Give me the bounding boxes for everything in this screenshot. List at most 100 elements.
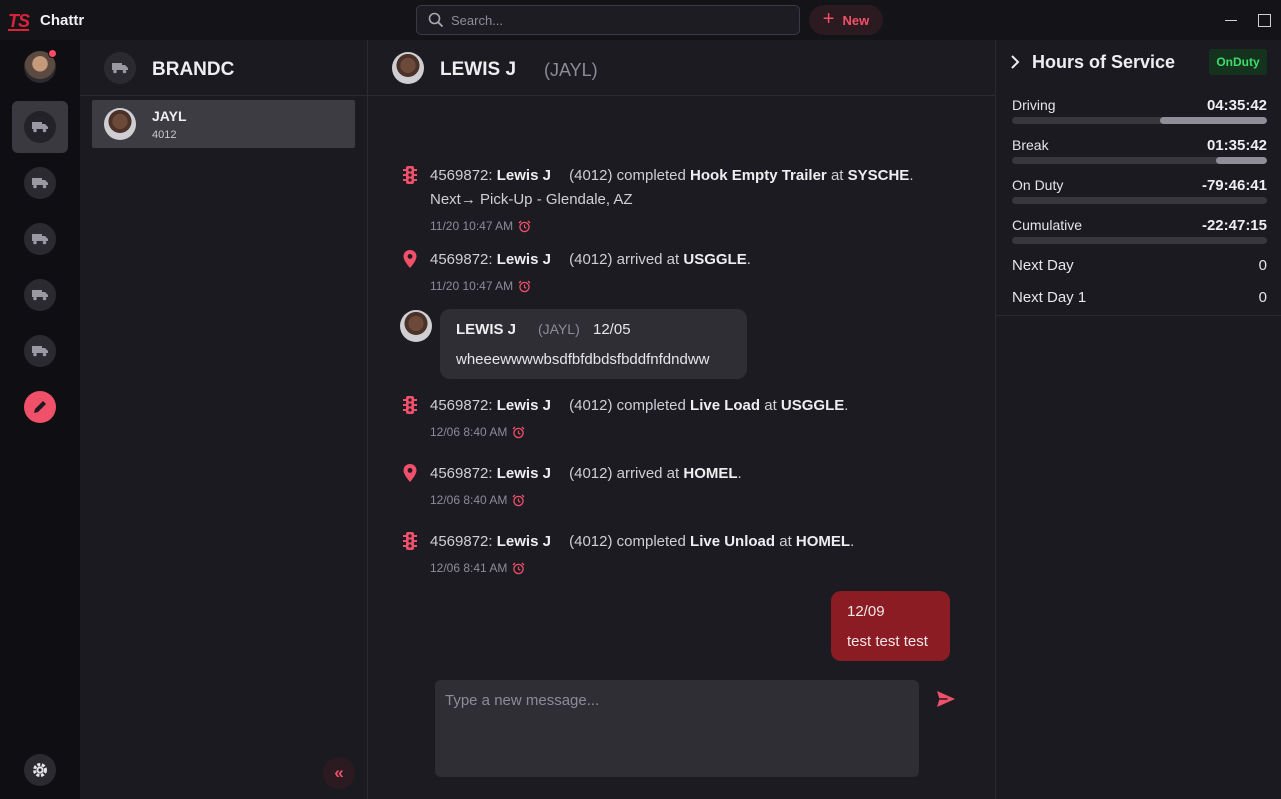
event-action: Live Unload [690,533,776,550]
rail-item-truck-3[interactable] [12,213,68,265]
hos-row-next-day: Next Day 0 [1012,257,1267,274]
avatar [104,108,136,140]
hos-row-next-day-1: Next Day 1 0 [1012,289,1267,306]
message-date: 12/05 [593,321,631,338]
group-avatar [104,52,136,84]
compose-button[interactable] [24,391,56,423]
hos-row-value: -79:46:41 [1201,177,1267,194]
truck-icon [32,178,48,189]
hos-row-label: Cumulative [1012,217,1083,233]
new-button[interactable]: + New [809,5,883,35]
avatar [392,52,424,84]
notification-dot [48,49,57,58]
collapse-panel-button[interactable]: « [323,757,355,789]
message-date: 12/09 [847,603,885,620]
chat-contact-name: LEWIS J [440,59,517,80]
double-chevron-left-icon: « [334,763,344,782]
hos-row-label: On Duty [1012,177,1064,193]
event-location: USGGLE [683,251,747,268]
map-pin-icon [398,464,422,484]
event-driver-id: (4012) [569,251,613,268]
event-location: USGGLE [780,397,845,414]
hos-row-cumulative: Cumulative -22:47:15 [1012,217,1267,257]
plus-icon: + [822,8,835,30]
rail-item-truck-2[interactable] [12,157,68,209]
event-driver: Lewis J [496,465,551,482]
event-time: 12/06 8:40 AM [430,493,508,507]
hos-progress-fill [1159,117,1267,124]
truck-icon [32,346,48,357]
hos-row-value: 01:35:42 [1206,137,1267,154]
search-box[interactable] [416,5,800,35]
rail-item-truck-1[interactable] [12,101,68,153]
hos-row-label: Break [1012,137,1049,153]
event-time: 12/06 8:40 AM [430,425,508,439]
event-verb: completed [616,533,686,550]
rail-item-truck-4[interactable] [12,269,68,321]
alarm-clock-icon [512,426,525,438]
hos-progress-bar [1012,157,1267,164]
left-rail [0,40,80,799]
send-button[interactable] [934,687,958,711]
arrow-right-icon: → [460,191,476,208]
conversation-group-title: BRANDC [152,59,235,80]
app-logo: TS [8,11,30,31]
hos-title: Hours of Service [1032,52,1176,72]
event-driver: Lewis J [496,251,551,268]
hos-progress-bar [1012,237,1267,244]
pencil-icon [34,401,46,413]
event-at: at [830,167,844,184]
chat-panel: LEWIS J (JAYL) 4569872: Lewis J (4012) c… [368,40,995,799]
search-input[interactable] [451,6,791,34]
event-driver-id: (4012) [569,167,613,184]
settings-button[interactable] [24,754,56,786]
hos-row-label: Driving [1012,97,1056,113]
event-verb: arrived at [616,251,680,268]
rail-item-truck-5[interactable] [12,325,68,377]
message-composer [435,680,919,777]
conversation-item[interactable]: JAYL 4012 [92,100,355,148]
event-next-label: Next [430,191,461,208]
event-verb: completed [616,167,686,184]
alarm-clock-icon [518,220,531,232]
title-bar: TS Chattr + New [0,0,1281,40]
message-sender-name: LEWIS J [456,321,517,338]
hos-row-value: 0 [1258,289,1267,306]
event-action: Hook Empty Trailer [690,167,827,184]
event-load-id: 4569872: [430,533,493,550]
truck-icon [112,63,128,74]
alarm-clock-icon [512,494,525,506]
event-driver-id: (4012) [569,533,613,550]
event-driver-id: (4012) [569,465,613,482]
minimize-button[interactable] [1223,12,1239,28]
chevron-right-icon[interactable] [1010,55,1020,69]
hos-progress-bar [1012,117,1267,124]
incoming-message: LEWIS J (JAYL) 12/05 wheeewwwwbsdfbfdbds… [440,309,747,379]
truck-icon [32,290,48,301]
event-at: at [779,533,792,550]
event-driver: Lewis J [496,533,551,550]
message-text: test test test [847,633,928,650]
message-input[interactable] [435,680,919,777]
traffic-light-icon [398,166,422,186]
search-icon [428,12,444,33]
event-driver: Lewis J [496,397,551,414]
traffic-light-icon [398,532,422,552]
hos-row-driving: Driving 04:35:42 [1012,97,1267,137]
event-time: 12/06 8:41 AM [430,561,508,575]
event-load-id: 4569872: [430,251,493,268]
outgoing-message: 12/09 test test test [831,591,950,661]
event-load-id: 4569872: [430,397,493,414]
event-load-id: 4569872: [430,465,493,482]
map-pin-icon [398,250,422,270]
app-name: Chattr [40,12,85,29]
event-location: SYSCHE [847,167,910,184]
maximize-button[interactable] [1256,12,1272,28]
alarm-clock-icon [512,562,525,574]
message-text: wheeewwwwbsdfbfdbdsfbddfnfdndww [456,351,710,368]
event-next-text: Pick-Up - Glendale, AZ [480,191,633,208]
alarm-clock-icon [518,280,531,292]
event-driver: Lewis J [496,167,551,184]
hours-of-service-panel: Hours of Service OnDuty Driving 04:35:42… [995,40,1281,799]
traffic-light-icon [398,396,422,416]
